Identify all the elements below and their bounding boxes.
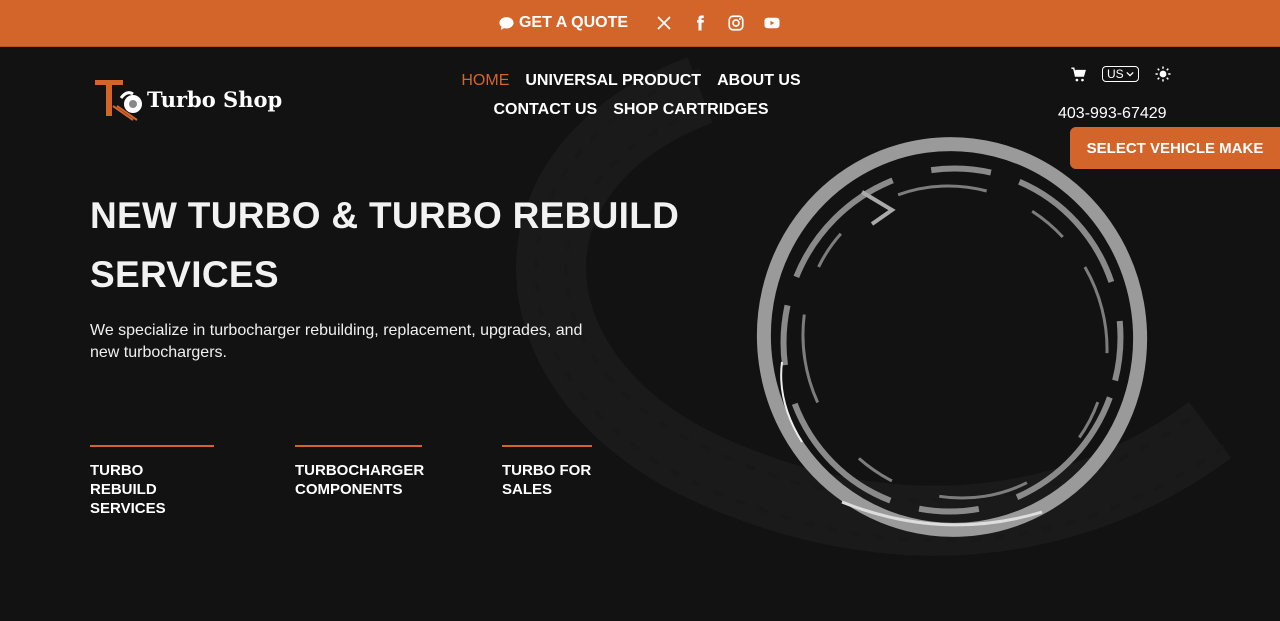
nav-item-universal-product[interactable]: UNIVERSAL PRODUCT [517,72,709,89]
x-twitter-icon[interactable] [654,13,674,33]
nav-item-about-us[interactable]: ABOUT US [709,72,809,89]
get-a-quote-button[interactable]: GET A QUOTE [498,14,628,32]
sun-icon[interactable] [1153,64,1173,84]
instagram-icon[interactable] [726,13,746,33]
hero-subtitle: We specialize in turbocharger rebuilding… [90,322,583,361]
brand-name: Turbo Shop [147,86,283,112]
hero-title: NEW TURBO & TURBO REBUILD SERVICES [90,195,680,295]
facebook-icon[interactable] [690,13,710,33]
site-logo[interactable]: Turbo Shop [93,76,282,122]
feature-divider [295,445,422,447]
nav-item-shop-cartridges[interactable]: SHOP CARTRIDGES [605,101,776,118]
feature-label: TURBO REBUILD SERVICES [90,462,166,517]
cart-icon[interactable] [1068,64,1088,84]
social-links [654,13,782,33]
feature-divider [502,445,592,447]
feature-turbocharger-components[interactable]: TURBOCHARGER COMPONENTS [295,445,425,499]
nav-item-contact-us[interactable]: CONTACT US [486,101,606,118]
turbo-shop-logo-mark [95,80,142,121]
language-value: US [1107,66,1124,81]
brush-ring-graphic [756,137,1148,537]
main-nav: HOME UNIVERSAL PRODUCT ABOUT US CONTACT … [395,72,867,118]
nav-item-home[interactable]: HOME [453,72,517,89]
utility-bar: US [1068,64,1173,84]
feature-label: TURBO FOR SALES [502,462,592,498]
top-bar: GET A QUOTE [0,0,1280,47]
feature-label: TURBOCHARGER COMPONENTS [295,462,425,498]
chat-bubble-icon [499,16,514,30]
feature-turbo-rebuild-services[interactable]: TURBO REBUILD SERVICES [90,445,214,518]
language-select[interactable]: US [1102,66,1139,82]
feature-divider [90,445,214,447]
phone-number[interactable]: 403-993-67429 [1058,105,1167,123]
feature-turbo-for-sales[interactable]: TURBO FOR SALES [502,445,592,499]
youtube-icon[interactable] [762,13,782,33]
get-a-quote-label: GET A QUOTE [518,14,629,31]
chevron-down-icon [1126,71,1134,77]
